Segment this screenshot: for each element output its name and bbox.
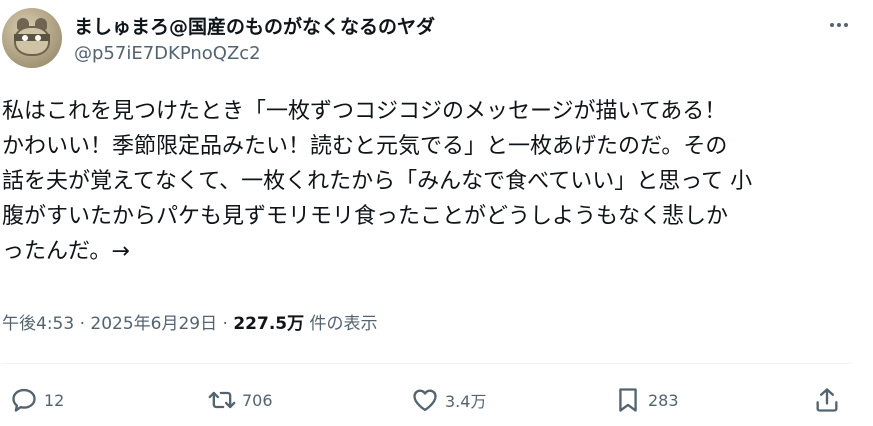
like-button[interactable]: 3.4万 — [411, 382, 486, 418]
meta-separator: · — [217, 314, 234, 334]
views-count[interactable]: 227.5万 — [233, 314, 304, 334]
tweet-text-line: かわいい！季節限定品みたい！読むと元気でる」と一枚あげたのだ。その — [2, 134, 728, 159]
retweet-button[interactable]: 706 — [208, 382, 273, 418]
tweet-text: 私はこれを見つけたとき「一枚ずつコジコジのメッセージが描いてある！ かわいい！季… — [2, 94, 862, 269]
action-bar: 12 706 3.4万 283 — [0, 380, 873, 420]
retweet-icon — [208, 386, 236, 414]
divider — [2, 363, 852, 364]
avatar[interactable] — [2, 8, 62, 68]
user-handle[interactable]: @p57iE7DKPnoQZc2 — [74, 43, 261, 64]
tweet-metadata: 午後4:53 · 2025年6月29日 · 227.5万 件の表示 — [2, 309, 378, 334]
reply-button[interactable]: 12 — [10, 382, 64, 418]
user-display-name[interactable]: ましゅまろ@国産のものがなくなるのヤダ — [74, 12, 435, 39]
retweet-count: 706 — [242, 390, 273, 410]
tweet-time[interactable]: 午後4:53 — [2, 314, 74, 334]
bookmark-icon — [614, 386, 642, 414]
tweet-text-line: ったんだ。→ — [2, 239, 130, 264]
like-count: 3.4万 — [445, 392, 487, 411]
tweet-card: ましゅまろ@国産のものがなくなるのヤダ @p57iE7DKPnoQZc2 私はこ… — [0, 0, 873, 426]
reply-count: 12 — [44, 390, 65, 410]
tweet-text-line: 私はこれを見つけたとき「一枚ずつコジコジのメッセージが描いてある！ — [2, 99, 727, 124]
heart-icon — [411, 386, 439, 414]
tweet-text-line: 腹がすいたからパケも見ずモリモリ食ったことがどうしようもなく悲しか — [2, 204, 729, 229]
bookmark-button[interactable]: 283 — [614, 382, 679, 418]
reply-icon — [10, 386, 38, 414]
tweet-text-line: 話を夫が覚えてなくて、一枚くれたから「みんなで食べていい」と思って 小 — [2, 169, 753, 194]
bookmark-count: 283 — [648, 390, 679, 410]
views-label: 件の表示 — [304, 314, 378, 334]
tweet-date[interactable]: 2025年6月29日 — [90, 314, 217, 334]
meta-separator: · — [74, 314, 91, 334]
more-icon[interactable] — [824, 14, 854, 36]
share-icon — [813, 386, 841, 414]
share-button[interactable] — [813, 382, 841, 418]
